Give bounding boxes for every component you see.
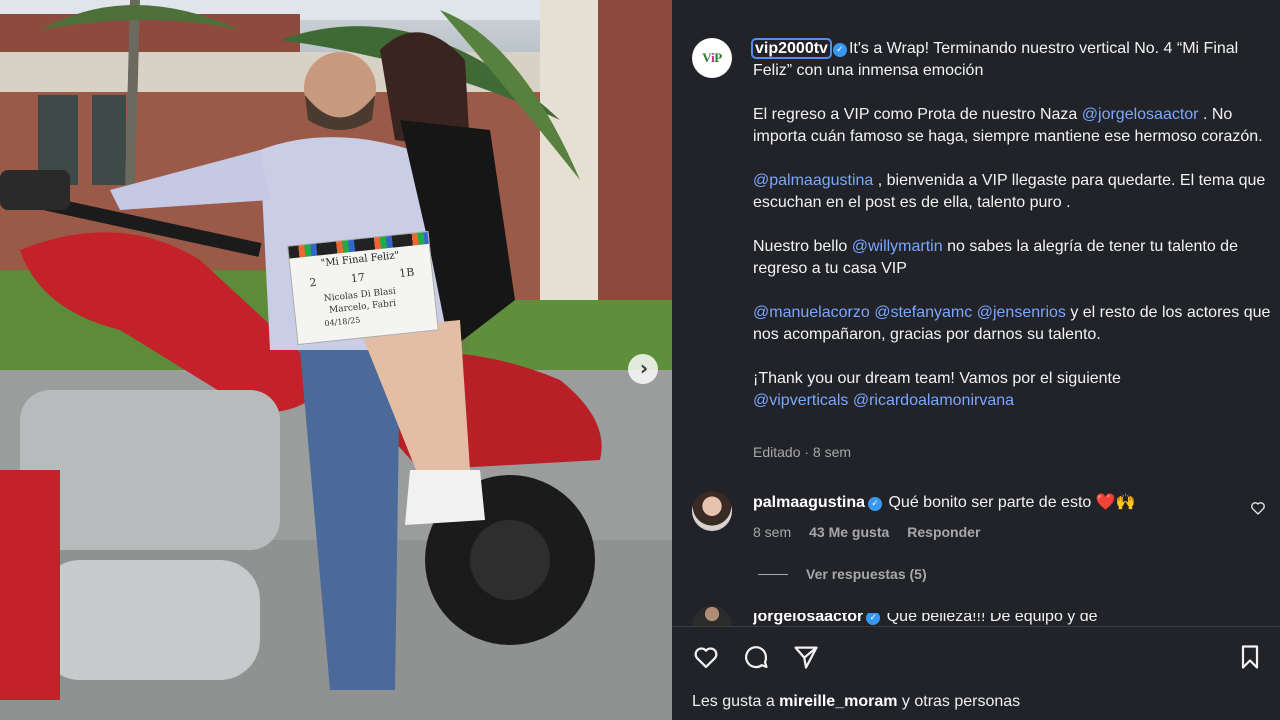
- author-username[interactable]: vip2000tv: [751, 38, 832, 59]
- mention-link[interactable]: @vipverticals: [753, 392, 848, 409]
- view-replies-button[interactable]: Ver respuestas (5): [758, 566, 927, 582]
- likes-suffix: y otras personas: [897, 693, 1021, 710]
- bookmark-icon[interactable]: [1236, 643, 1264, 671]
- likes-summary[interactable]: Les gusta a mireille_moram y otras perso…: [692, 693, 1020, 711]
- mention-link[interactable]: @willymartin: [852, 238, 943, 255]
- mention-link[interactable]: @jensenrios: [977, 304, 1066, 321]
- comment-text: Qué bonito ser parte de esto ❤️🙌: [888, 494, 1136, 511]
- comment: jorgelosaactor ✓ Que belleza!!! De equipo…: [753, 613, 1253, 625]
- caption-para2-text: El regreso a VIP como Prota de nuestro N…: [753, 106, 1082, 123]
- comment: palmaagustina ✓ Qué bonito ser parte de e…: [753, 492, 1253, 514]
- comment-text: Que belleza!!! De equipo y de: [886, 613, 1098, 625]
- caption-para6-text: ¡Thank you our dream team! Vamos por el …: [753, 370, 1121, 387]
- mention-link[interactable]: @palmaagustina: [753, 172, 873, 189]
- comment-likes[interactable]: 43 Me gusta: [809, 524, 889, 540]
- comment-icon[interactable]: [742, 643, 770, 671]
- likes-prefix: Les gusta a: [692, 693, 780, 710]
- next-photo-button[interactable]: ›: [628, 354, 658, 384]
- clapper-scene: 17: [350, 270, 366, 286]
- post-actions-bar: [692, 643, 1264, 671]
- post-photo: "Mi Final Feliz" 2 17 1B Nicolas Di Blas…: [0, 0, 672, 720]
- photo-illustration: [0, 0, 672, 720]
- commenter-avatar[interactable]: [692, 491, 732, 531]
- post-edited-time: Editado · 8 sem: [753, 444, 852, 460]
- replies-divider: [758, 573, 788, 575]
- mention-link[interactable]: @stefanyamc: [874, 304, 972, 321]
- post-caption: vip2000tv ✓ It's a Wrap! Terminando nuestr…: [751, 38, 1273, 434]
- heart-icon[interactable]: [692, 643, 720, 671]
- comment-meta: 8 sem 43 Me gusta Responder: [753, 524, 980, 540]
- view-replies-label: Ver respuestas (5): [806, 566, 927, 582]
- author-avatar[interactable]: ViP: [692, 38, 732, 78]
- clapper-take: 1B: [398, 265, 415, 281]
- verified-badge-icon: ✓: [868, 497, 883, 511]
- mention-link[interactable]: @ricardoalamonirvana: [853, 392, 1014, 409]
- likes-user[interactable]: mireille_moram: [779, 693, 897, 710]
- comment-username[interactable]: palmaagustina: [753, 494, 865, 511]
- reply-button[interactable]: Responder: [907, 524, 980, 540]
- mention-link[interactable]: @manuelacorzo: [753, 304, 870, 321]
- post-details-panel: ViP vip2000tv ✓ It's a Wrap! Terminando nu…: [672, 0, 1280, 720]
- verified-badge-icon: ✓: [832, 43, 847, 57]
- like-comment-heart-icon[interactable]: [1250, 500, 1266, 516]
- actions-divider: [672, 626, 1280, 627]
- clapper-roll: 2: [308, 275, 318, 290]
- verified-badge-icon: ✓: [866, 613, 881, 625]
- chevron-right-icon: ›: [639, 356, 649, 380]
- mention-link[interactable]: @jorgelosaactor: [1082, 106, 1199, 123]
- vip-logo: ViP: [702, 50, 722, 65]
- comment-username[interactable]: jorgelosaactor: [753, 613, 863, 625]
- caption-para4-text: Nuestro bello: [753, 238, 852, 255]
- comment-time: 8 sem: [753, 524, 792, 540]
- share-icon[interactable]: [792, 643, 820, 671]
- commenter-avatar[interactable]: [692, 606, 732, 626]
- clapperboard: "Mi Final Feliz" 2 17 1B Nicolas Di Blas…: [287, 230, 439, 346]
